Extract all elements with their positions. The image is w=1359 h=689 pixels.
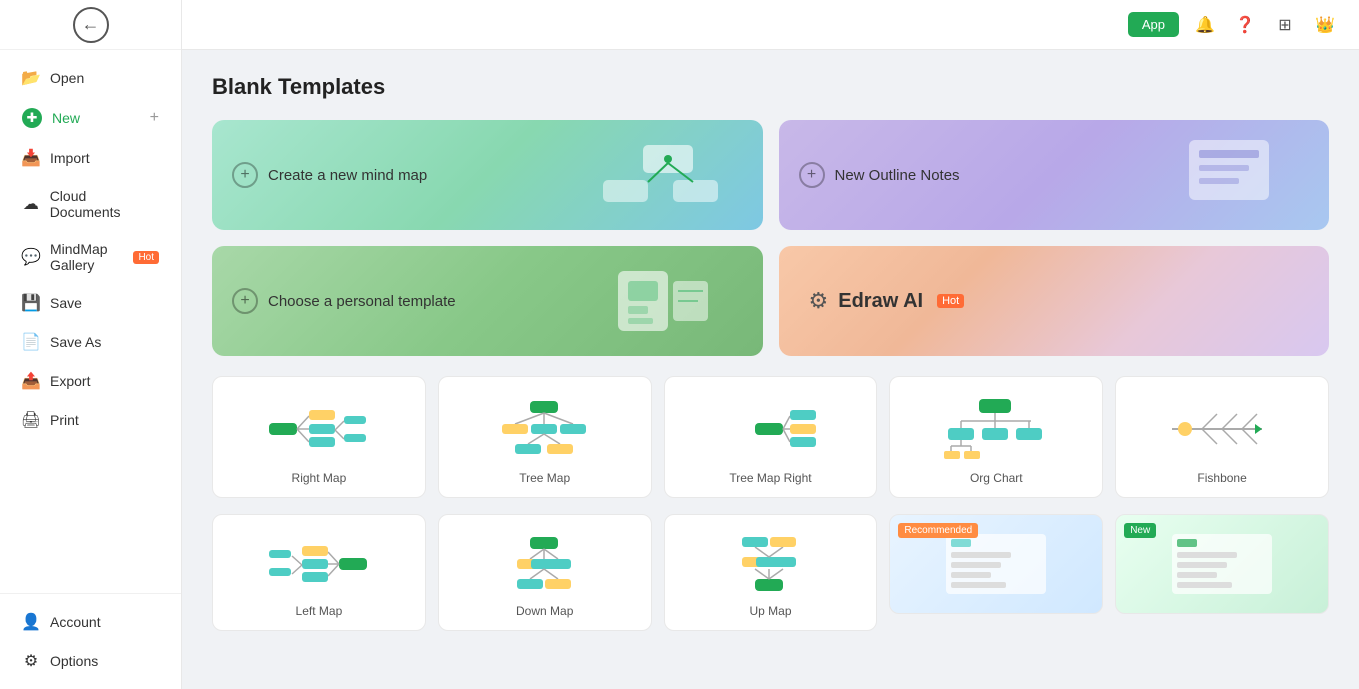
open-icon: 📂 (22, 69, 40, 87)
hot-badge: Hot (133, 251, 159, 264)
chart-card-down-map[interactable]: Down Map (438, 514, 652, 631)
chart-label-tree-map: Tree Map (519, 471, 570, 485)
org-chart-preview (936, 393, 1056, 463)
sidebar-bottom: 👤 Account ⚙ Options (0, 593, 181, 689)
sidebar-item-options[interactable]: ⚙ Options (6, 642, 175, 680)
card-new-mind-map[interactable]: + Create a new mind map (212, 120, 763, 230)
ai-hot-badge: Hot (937, 294, 964, 308)
bell-icon[interactable]: 🔔 (1191, 11, 1219, 39)
chart-card-tree-map-right[interactable]: Tree Map Right (664, 376, 878, 498)
sidebar-label-save-as: Save As (50, 334, 101, 350)
plus-icon: + (232, 162, 258, 188)
print-icon: 🖨 (22, 411, 40, 429)
chart-label-fishbone: Fishbone (1197, 471, 1246, 485)
card-label-new-outline: New Outline Notes (835, 167, 960, 184)
back-circle-icon: ← (73, 7, 109, 43)
chart-label-right-map: Right Map (292, 471, 347, 485)
sidebar-label-open: Open (50, 70, 84, 86)
sidebar-label-new: New (52, 110, 80, 126)
chart-label-org-chart: Org Chart (970, 471, 1023, 485)
card-personal-template[interactable]: + Choose a personal template (212, 246, 763, 356)
right-map-preview (259, 393, 379, 463)
templates-grid: + Create a new mind map (212, 120, 1329, 356)
chart-label-up-map: Up Map (749, 604, 791, 618)
tree-map-preview (485, 393, 605, 463)
save-as-icon: 📄 (22, 333, 40, 351)
app-button[interactable]: App (1128, 12, 1179, 37)
sidebar-item-save[interactable]: 💾 Save (6, 284, 175, 322)
import-icon: 📥 (22, 149, 40, 167)
sidebar-item-cloud[interactable]: ☁ Cloud Documents (6, 178, 175, 230)
left-map-preview (259, 531, 379, 596)
fishbone-preview (1162, 393, 1282, 463)
recommended-badge: Recommended (898, 523, 978, 538)
chart-card-left-map[interactable]: Left Map (212, 514, 426, 631)
sidebar-item-import[interactable]: 📥 Import (6, 139, 175, 177)
sidebar-label-cloud: Cloud Documents (50, 188, 159, 220)
up-map-preview (710, 531, 830, 596)
main-area: App 🔔 ❓ ⊞ 👑 Blank Templates + Create a n… (182, 0, 1359, 689)
chart-card-right-map[interactable]: Right Map (212, 376, 426, 498)
sidebar-label-save: Save (50, 295, 82, 311)
plus-icon-3: + (232, 288, 258, 314)
chart-card-org-chart[interactable]: Org Chart (889, 376, 1103, 498)
sidebar-label-options: Options (50, 653, 98, 669)
page-title: Blank Templates (212, 74, 1329, 100)
sidebar-item-save-as[interactable]: 📄 Save As (6, 323, 175, 361)
sidebar-label-account: Account (50, 614, 101, 630)
outline-illustration (1129, 120, 1329, 230)
plus-icon-2: + (799, 162, 825, 188)
chart-card-fishbone[interactable]: Fishbone (1115, 376, 1329, 498)
edraw-ai-label: Edraw AI (838, 290, 923, 313)
crown-icon[interactable]: 👑 (1311, 11, 1339, 39)
new-badge: New (1124, 523, 1156, 538)
chart-card-new[interactable]: New (1115, 514, 1329, 614)
down-map-preview (485, 531, 605, 596)
sidebar-label-print: Print (50, 412, 79, 428)
back-button[interactable]: ← (0, 0, 181, 50)
chart-label-tree-map-right: Tree Map Right (729, 471, 811, 485)
sidebar-nav: 📂 Open ✚ New + 📥 Import ☁ Cloud Document… (0, 50, 181, 593)
account-icon: 👤 (22, 613, 40, 631)
tree-map-right-preview (710, 393, 830, 463)
sidebar-label-export: Export (50, 373, 90, 389)
grid-icon[interactable]: ⊞ (1271, 11, 1299, 39)
card-edraw-ai[interactable]: ⚙ Edraw AI Hot (779, 246, 1330, 356)
new-plus-icon: ✚ (22, 108, 42, 128)
cloud-icon: ☁ (22, 195, 40, 213)
card-new-outline[interactable]: + New Outline Notes (779, 120, 1330, 230)
card-label-new-mind-map: Create a new mind map (268, 167, 427, 184)
charts-grid: Right Map (212, 376, 1329, 498)
chart-card-tree-map[interactable]: Tree Map (438, 376, 652, 498)
question-icon[interactable]: ❓ (1231, 11, 1259, 39)
sidebar-item-open[interactable]: 📂 Open (6, 59, 175, 97)
chart-card-recommended[interactable]: Recommended (889, 514, 1103, 614)
chart-label-left-map: Left Map (296, 604, 343, 618)
new-add-icon: + (150, 109, 159, 127)
sidebar-item-new[interactable]: ✚ New + (6, 98, 175, 138)
bottom-grid: Left Map (212, 514, 1329, 631)
sidebar-item-mindmap-gallery[interactable]: 💬 MindMap Gallery Hot (6, 231, 175, 283)
sidebar: ← 📂 Open ✚ New + 📥 Import ☁ Cloud Docume… (0, 0, 182, 689)
options-icon: ⚙ (22, 652, 40, 670)
header: App 🔔 ❓ ⊞ 👑 (182, 0, 1359, 50)
sidebar-label-mindmap-gallery: MindMap Gallery (50, 241, 119, 273)
save-icon: 💾 (22, 294, 40, 312)
sidebar-item-export[interactable]: 📤 Export (6, 362, 175, 400)
mindmap-gallery-icon: 💬 (22, 248, 40, 266)
edraw-ai-logo: ⚙ (809, 288, 829, 314)
chart-label-down-map: Down Map (516, 604, 573, 618)
card-label-personal: Choose a personal template (268, 293, 456, 310)
content-area: Blank Templates + Create a new mind map (182, 50, 1359, 689)
chart-card-up-map[interactable]: Up Map (664, 514, 878, 631)
sidebar-item-account[interactable]: 👤 Account (6, 603, 175, 641)
sidebar-label-import: Import (50, 150, 90, 166)
template-illustration (563, 246, 763, 356)
export-icon: 📤 (22, 372, 40, 390)
sidebar-item-print[interactable]: 🖨 Print (6, 401, 175, 439)
mind-map-illustration (563, 120, 763, 230)
